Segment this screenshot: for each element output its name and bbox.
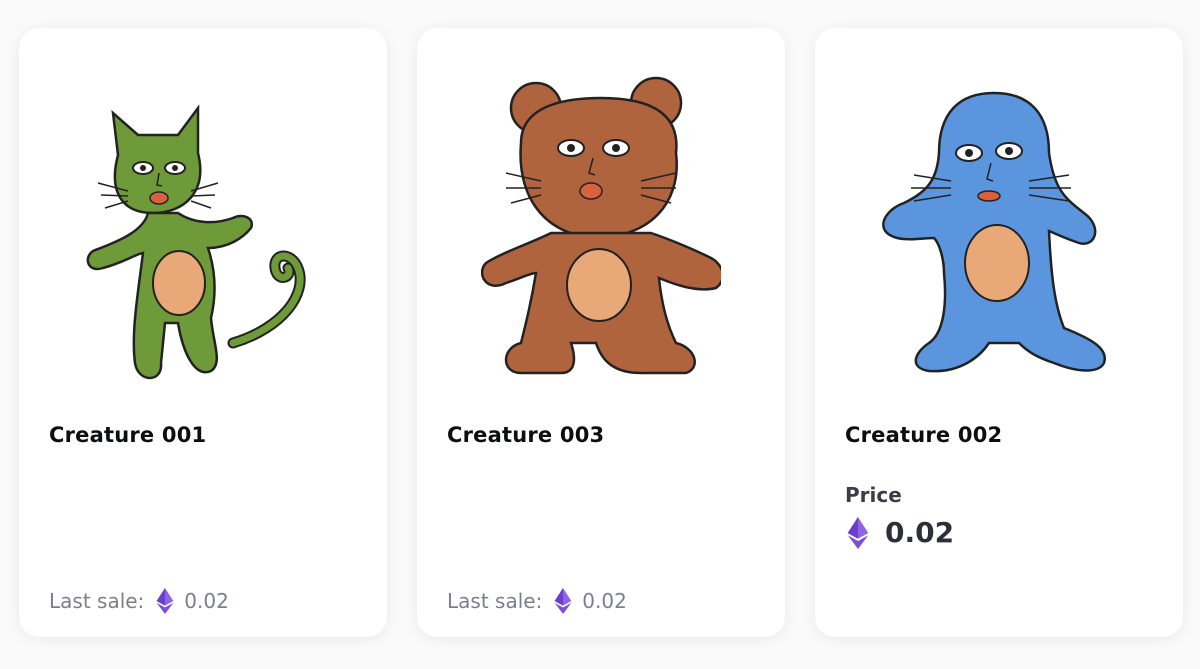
nft-title[interactable]: Creature 002 [845,423,1002,447]
last-sale: Last sale: 0.02 [49,588,229,614]
ethereum-icon [156,588,174,614]
nft-card[interactable]: Creature 001 Last sale: 0.02 [19,28,387,637]
last-sale-value: 0.02 [582,589,627,613]
nft-image-brown-bear [481,73,721,393]
last-sale-label: Last sale: [49,589,145,613]
price-value: 0.02 [885,516,955,549]
last-sale-value: 0.02 [184,589,229,613]
nft-title[interactable]: Creature 001 [49,423,206,447]
ethereum-icon [847,516,869,549]
last-sale-label: Last sale: [447,589,543,613]
price-label: Price [845,483,902,507]
nft-card[interactable]: Creature 003 Last sale: 0.02 [417,28,785,637]
price: 0.02 [847,516,954,549]
last-sale: Last sale: 0.02 [447,588,627,614]
nft-title[interactable]: Creature 003 [447,423,604,447]
nft-card-grid: Creature 001 Last sale: 0.02 Creature 00… [0,0,1200,669]
ethereum-icon [554,588,572,614]
nft-image-blue-seal [879,73,1119,393]
nft-image-green-cat [83,73,323,393]
nft-card[interactable]: Creature 002 Price 0.02 [815,28,1183,637]
